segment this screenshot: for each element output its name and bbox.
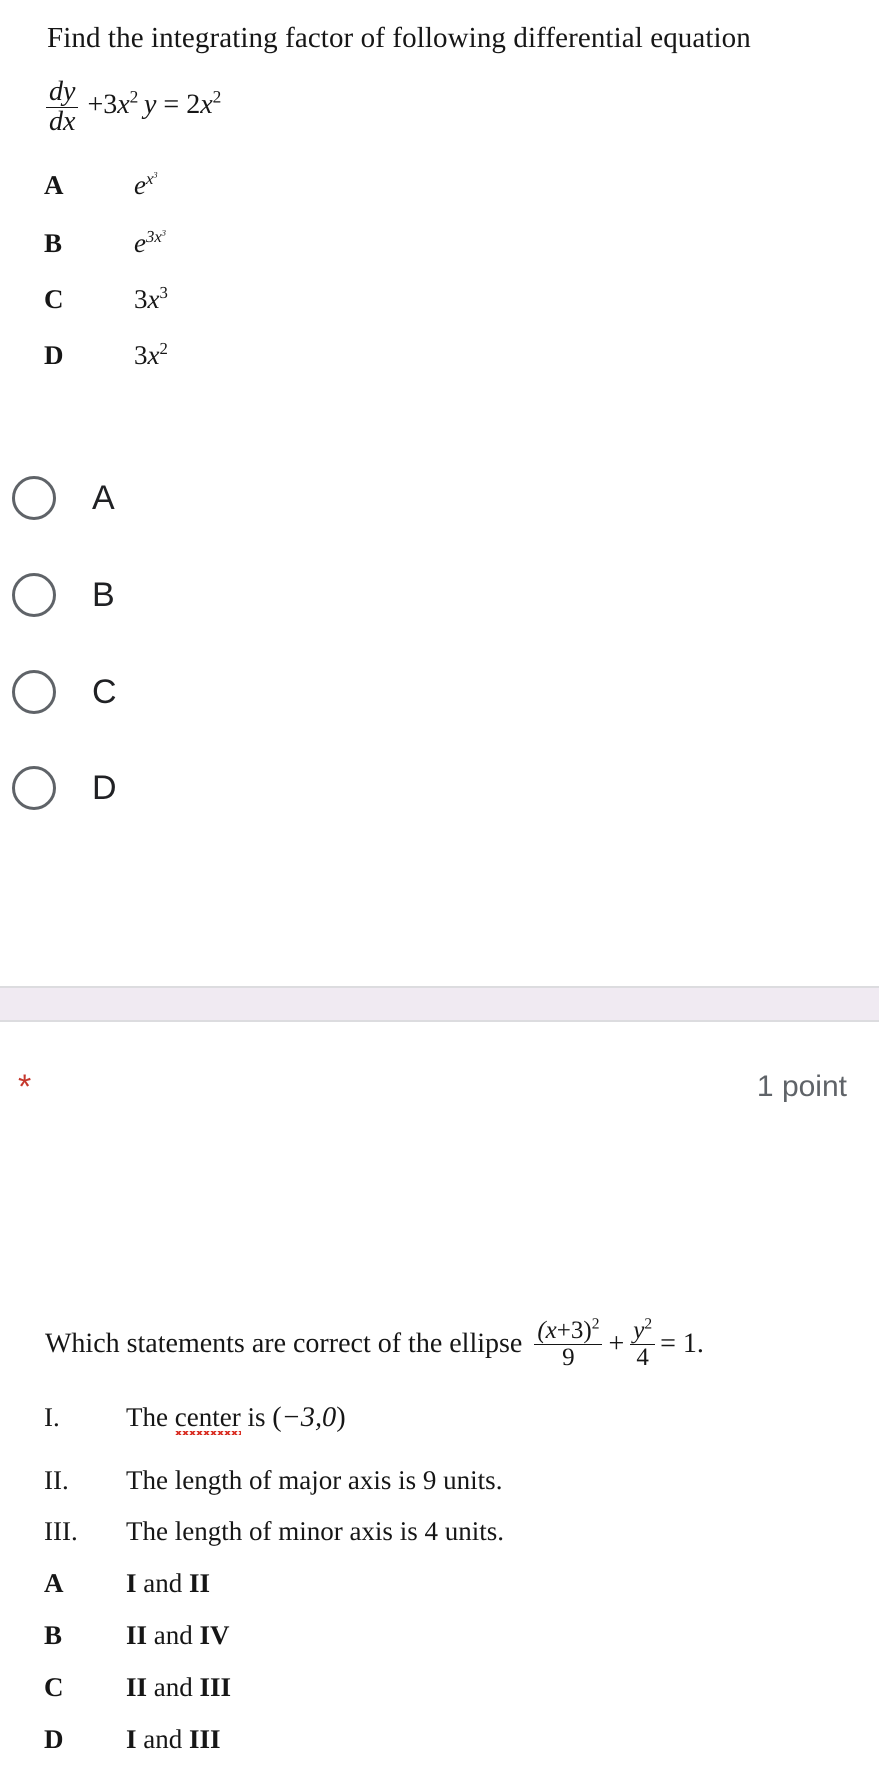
question-2-option-d-letter: D xyxy=(44,1724,64,1754)
question-2-stem: Which statements are correct of the elli… xyxy=(45,1315,704,1371)
question-2-option-c-value: II and III xyxy=(126,1672,232,1702)
section-divider-band xyxy=(0,986,879,1022)
question-2-option-d-value: I and III xyxy=(126,1724,221,1754)
ellipse-plus: + xyxy=(608,1328,625,1359)
ellipse-term1-numerator: (x+3)2 xyxy=(537,1315,600,1344)
question-1-stem: Find the integrating factor of following… xyxy=(47,22,751,54)
question-2-image: Which statements are correct of the elli… xyxy=(0,1200,879,1783)
image-option-d-letter: D xyxy=(44,340,64,370)
statement-3-numeral: III. xyxy=(44,1516,78,1546)
radio-circle-icon[interactable] xyxy=(12,573,56,617)
radio-option-a[interactable]: A xyxy=(12,468,432,528)
equation-rest: +3x2 y = 2x2 xyxy=(87,88,222,121)
question-2-option-c-letter: C xyxy=(44,1672,64,1702)
image-option-c-value: 3x3 xyxy=(134,283,168,314)
image-option-b-letter: B xyxy=(44,228,63,258)
statement-1-numeral: I. xyxy=(44,1402,60,1432)
points-label: 1 point xyxy=(756,1070,847,1103)
statement-2-numeral: II. xyxy=(44,1465,69,1495)
ellipse-term2-numerator: y2 xyxy=(633,1315,653,1344)
radio-circle-icon[interactable] xyxy=(12,766,56,810)
question-1-image: Find the integrating factor of following… xyxy=(0,0,879,420)
image-option-a-value: ex3 xyxy=(134,169,158,200)
question-2-option-b-letter: B xyxy=(44,1620,63,1650)
equation-denominator: dx xyxy=(46,106,79,137)
image-option-d-value: 3x2 xyxy=(134,339,168,370)
statement-2-text: The length of major axis is 9 units. xyxy=(126,1465,503,1495)
radio-option-d[interactable]: D xyxy=(12,758,432,818)
radio-option-c[interactable]: C xyxy=(12,662,432,722)
question-2-option-b-value: II and IV xyxy=(126,1620,230,1650)
statement-1-text: The center is (−3,0) xyxy=(126,1402,346,1435)
radio-option-d-label: D xyxy=(92,769,117,807)
image-option-a-letter: A xyxy=(44,170,64,200)
ellipse-equals: = 1. xyxy=(660,1328,704,1359)
image-option-b-value: e3x3 xyxy=(134,227,166,258)
radio-circle-icon[interactable] xyxy=(12,476,56,520)
statement-3-text: The length of minor axis is 4 units. xyxy=(126,1516,504,1546)
question-2-stem-text: Which statements are correct of the elli… xyxy=(45,1328,523,1359)
ellipse-term1-denominator: 9 xyxy=(534,1343,603,1371)
image-option-c-letter: C xyxy=(44,284,64,314)
required-asterisk: * xyxy=(18,1068,32,1106)
ellipse-term2-denominator: 4 xyxy=(630,1343,656,1371)
misspelled-word: center xyxy=(174,1402,241,1435)
equation-numerator: dy xyxy=(49,76,76,107)
question-2-equation: (x+3)2 9 + y2 4 = 1. xyxy=(532,1315,704,1371)
radio-option-b-label: B xyxy=(92,576,115,614)
radio-option-c-label: C xyxy=(92,673,117,711)
radio-option-b[interactable]: B xyxy=(12,565,432,625)
question-1-equation: dy dx +3x2 y = 2x2 xyxy=(44,76,222,137)
radio-circle-icon[interactable] xyxy=(12,670,56,714)
radio-option-a-label: A xyxy=(92,479,115,517)
form-page: Find the integrating factor of following… xyxy=(0,0,879,1783)
question-2-option-a-letter: A xyxy=(44,1568,64,1598)
question-2-option-a-value: I and II xyxy=(126,1568,211,1598)
